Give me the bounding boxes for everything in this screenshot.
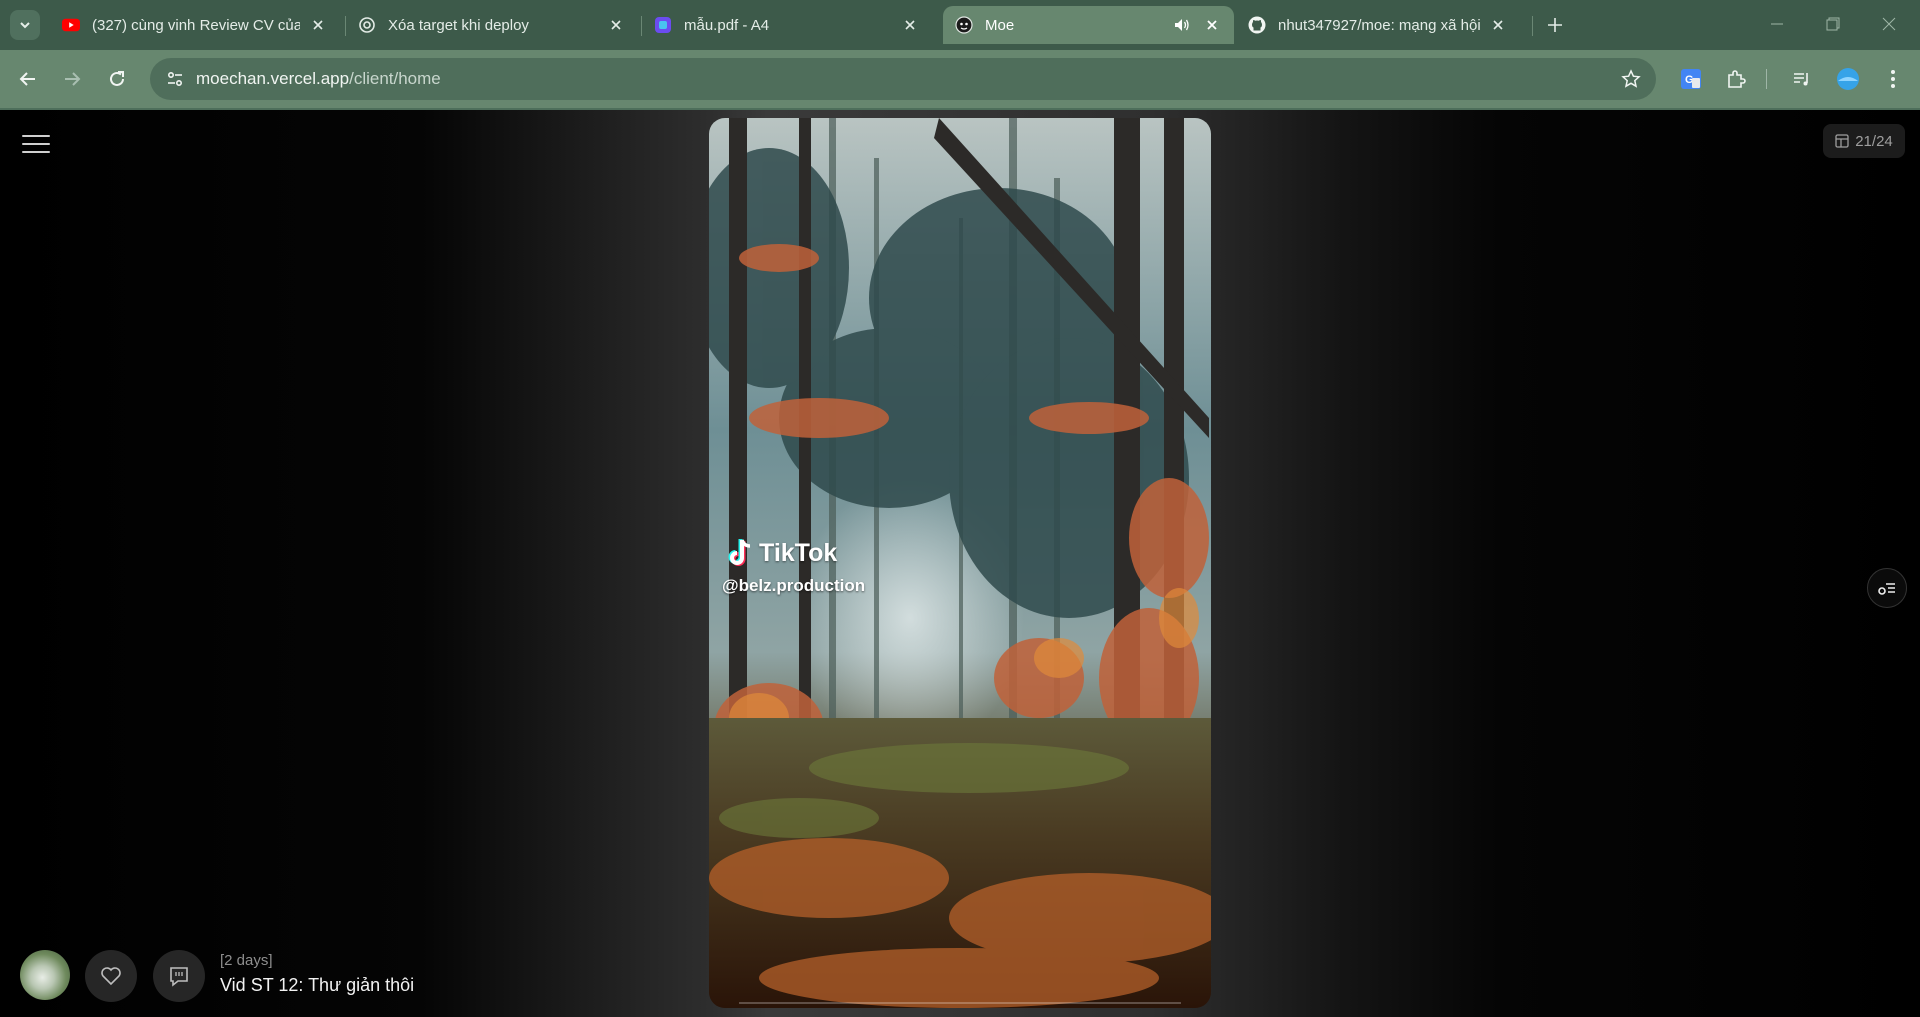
browser-toolbar: moechan.vercel.app/client/home G [0,50,1920,108]
tab-chatgpt[interactable]: Xóa target khi deploy [346,6,638,44]
counter-text: 21/24 [1855,132,1893,150]
tab-title: Xóa target khi deploy [388,16,529,34]
toolbar-divider [1766,69,1767,89]
settings-list-icon [1878,583,1895,595]
post-title: Vid ST 12: Thư giản thôi [220,975,415,995]
pdf-app-icon [654,16,672,34]
moe-home-page: 21/24 TikTok @belz.production [2 days] V… [0,110,1920,1017]
video-player[interactable]: TikTok @belz.production [709,118,1211,1008]
video-counter-badge: 21/24 [1823,124,1905,158]
close-icon[interactable] [900,15,920,35]
youtube-icon [62,16,80,34]
arrow-right-icon [65,72,81,86]
close-icon[interactable] [308,15,328,35]
window-close-button[interactable] [1866,8,1912,40]
arrow-left-icon [19,72,35,86]
like-button[interactable] [85,950,137,1002]
author-avatar[interactable] [20,950,70,1000]
tiktok-note-icon [728,539,751,566]
close-icon[interactable] [1202,15,1222,35]
menu-line [22,135,50,137]
tab-search-button[interactable] [10,10,40,40]
tab-github[interactable]: nhut347927/moe: mạng xã hội [1236,6,1520,44]
plus-icon [1548,18,1562,32]
address-bar[interactable]: moechan.vercel.app/client/home [150,58,1656,100]
url-host: moechan.vercel.app [196,69,350,88]
tab-title: mẫu.pdf - A4 [684,16,770,34]
close-icon[interactable] [606,15,626,35]
restore-button[interactable] [1810,8,1856,40]
reload-button[interactable] [101,63,133,95]
url-path: /client/home [349,69,441,88]
google-translate-icon[interactable]: G [1675,63,1707,95]
tab-title: Moe [985,16,1015,34]
close-icon[interactable] [1488,15,1508,35]
profile-avatar[interactable] [1832,63,1864,95]
post-time: [2 days] [220,952,273,969]
restore-icon [1826,17,1840,31]
more-menu-icon[interactable] [1877,63,1909,95]
minimize-button[interactable] [1754,8,1800,40]
tab-title: (327) cùng vinh Review CV của [92,16,300,34]
tab-pdf[interactable]: mẫu.pdf - A4 [642,6,932,44]
heart-icon [101,967,121,986]
menu-line [22,151,50,153]
bookmark-star-icon[interactable] [1618,66,1644,92]
site-settings-icon[interactable] [160,64,190,94]
comment-icon [170,967,188,987]
video-options-button[interactable] [1867,568,1907,608]
tab-youtube[interactable]: (327) cùng vinh Review CV của [50,6,340,44]
moe-face-icon [955,16,973,34]
tiktok-watermark: TikTok [727,538,837,568]
github-icon [1248,16,1266,34]
forward-button[interactable] [56,63,88,95]
close-icon [1882,17,1896,31]
video-progress-bar[interactable] [739,1002,1181,1004]
media-control-icon[interactable] [1786,63,1818,95]
tiktok-brand: TikTok [759,538,838,567]
minimize-icon [1771,23,1783,25]
tab-separator [1532,16,1533,36]
new-tab-button[interactable] [1543,13,1567,37]
openai-icon [358,16,376,34]
tiktok-handle: @belz.production [722,576,866,595]
menu-line [22,143,50,145]
tab-moe-active[interactable]: Moe [943,6,1234,44]
layout-icon [1835,134,1849,148]
chevron-down-icon [20,22,30,29]
comment-button[interactable] [153,950,205,1002]
tab-title: nhut347927/moe: mạng xã hội [1278,16,1480,34]
extensions-puzzle-icon[interactable] [1720,63,1752,95]
url-text[interactable]: moechan.vercel.app/client/home [196,69,441,89]
hamburger-menu-button[interactable] [22,130,50,158]
browser-tab-strip: (327) cùng vinh Review CV của Xóa target… [0,0,1920,50]
reload-icon [110,71,124,86]
back-button[interactable] [12,63,44,95]
speaker-icon[interactable] [1172,15,1192,35]
